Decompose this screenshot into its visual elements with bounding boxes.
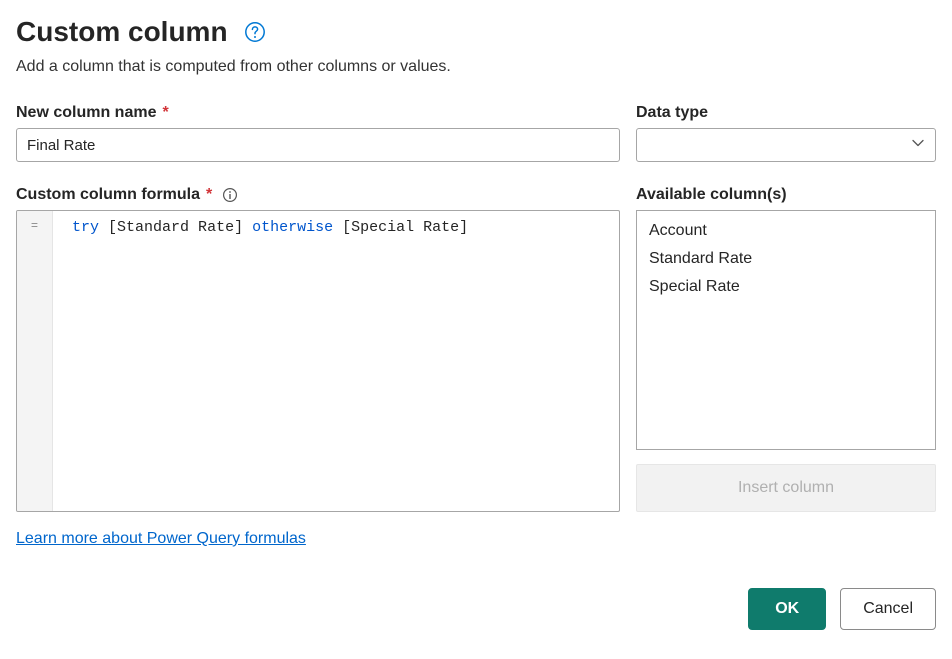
learn-more-link[interactable]: Learn more about Power Query formulas: [16, 530, 306, 548]
available-columns-list[interactable]: Account Standard Rate Special Rate: [636, 210, 936, 450]
formula-gutter: =: [17, 211, 53, 511]
column-name-label: New column name *: [16, 104, 620, 122]
info-icon[interactable]: [222, 187, 238, 203]
formula-content[interactable]: try [Standard Rate] otherwise [Special R…: [53, 211, 619, 511]
help-icon[interactable]: [244, 21, 266, 43]
data-type-label: Data type: [636, 104, 936, 122]
ok-button[interactable]: OK: [748, 588, 826, 630]
available-columns-label: Available column(s): [636, 186, 936, 204]
required-asterisk: *: [206, 186, 212, 204]
page-subtitle: Add a column that is computed from other…: [16, 58, 936, 76]
cancel-button[interactable]: Cancel: [840, 588, 936, 630]
column-item[interactable]: Standard Rate: [637, 245, 935, 273]
column-name-input[interactable]: [16, 128, 620, 162]
column-item[interactable]: Special Rate: [637, 273, 935, 301]
data-type-select[interactable]: [636, 128, 936, 162]
required-asterisk: *: [162, 104, 168, 122]
insert-column-button: Insert column: [636, 464, 936, 512]
formula-editor[interactable]: = try [Standard Rate] otherwise [Special…: [16, 210, 620, 512]
column-item[interactable]: Account: [637, 217, 935, 245]
formula-label: Custom column formula *: [16, 186, 620, 204]
page-title: Custom column: [16, 16, 228, 48]
